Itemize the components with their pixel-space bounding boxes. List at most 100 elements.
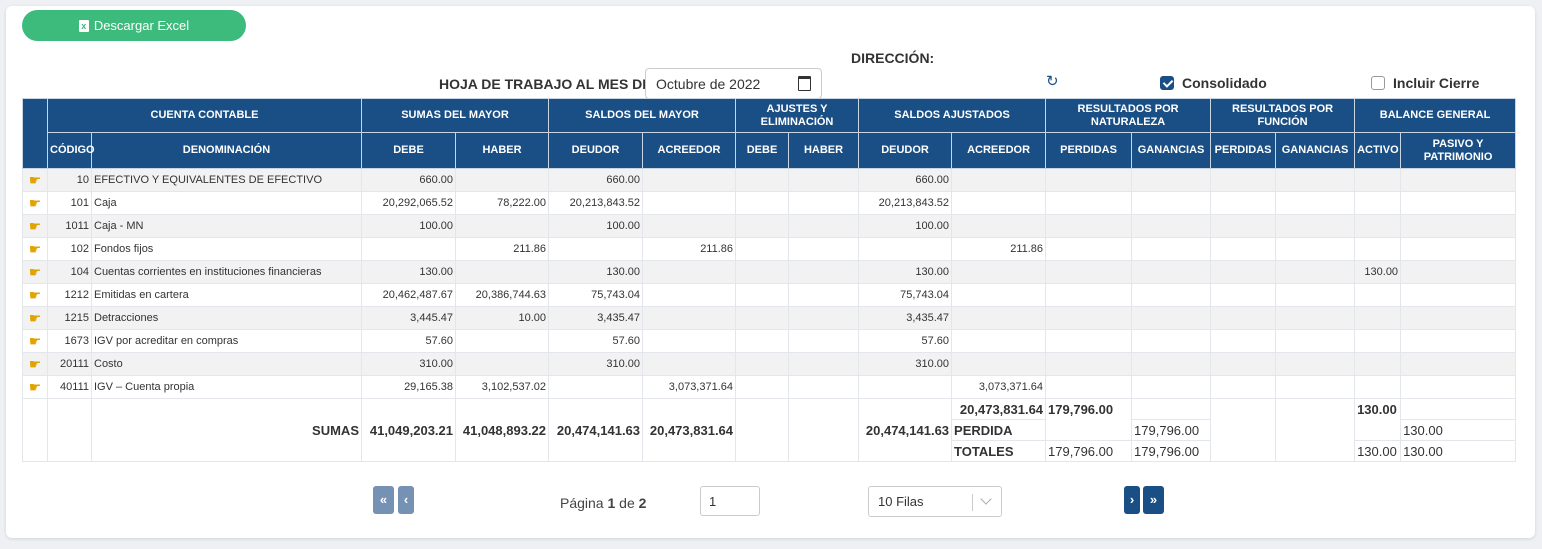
table-cell: 20,462,487.67 (361, 283, 456, 307)
totales-nat-perdidas: 179,796.00 (1045, 440, 1133, 462)
consolidado-label: Consolidado (1182, 75, 1267, 91)
table-cell: 3,102,537.02 (454, 375, 550, 399)
hand-pointer-icon[interactable]: ☛ (29, 379, 42, 395)
table-cell: 57.60 (858, 329, 953, 353)
hand-pointer-icon[interactable]: ☛ (29, 310, 42, 326)
table-cell (1400, 306, 1517, 330)
table-cell: 57.60 (361, 329, 456, 353)
last-page-button[interactable]: » (1143, 486, 1164, 514)
table-row: ☛ 101 Caja 20,292,065.52 78,222.00 20,213,843… (22, 191, 1517, 215)
table-row: ☛ 102 Fondos fijos 211.86 211.86 211.86 (22, 237, 1517, 261)
table-cell: 660.00 (548, 168, 644, 192)
download-excel-button[interactable]: x Descargar Excel (22, 10, 246, 41)
table-cell (951, 306, 1047, 330)
group-header: AJUSTES Y ELIMINACIÓN (735, 98, 860, 133)
table-cell (788, 191, 860, 215)
table-cell (642, 283, 737, 307)
table-cell (1131, 214, 1212, 238)
group-header: SUMAS DEL MAYOR (360, 98, 550, 133)
table-cell: Fondos fijos (91, 237, 362, 261)
table-cell (735, 260, 790, 284)
page-number-input[interactable] (700, 486, 760, 516)
consolidado-checkbox[interactable] (1160, 76, 1174, 90)
row-action-cell[interactable]: ☛ (22, 191, 48, 215)
table-cell (1045, 283, 1133, 307)
table-row: ☛ 1673 IGV por acreditar en compras 57.60 57… (22, 329, 1517, 353)
hand-pointer-icon[interactable]: ☛ (29, 195, 42, 211)
table-cell: Caja - MN (91, 214, 362, 238)
table-cell (642, 214, 737, 238)
worksheet-table: CUENTA CONTABLE SUMAS DEL MAYOR SALDOS D… (22, 98, 1517, 462)
sumas-deudor: 20,474,141.63 (548, 419, 644, 441)
table-cell: IGV – Cuenta propia (91, 375, 362, 399)
group-header: BALANCE GENERAL (1354, 98, 1517, 133)
table-cell: 660.00 (361, 168, 456, 192)
sumas-debe: 41,049,203.21 (361, 419, 456, 441)
column-header: DENOMINACIÓN (91, 132, 362, 169)
row-action-cell[interactable]: ☛ (22, 283, 48, 307)
table-cell: 3,073,371.64 (951, 375, 1047, 399)
row-action-cell[interactable]: ☛ (22, 168, 48, 192)
table-cell: 78,222.00 (454, 191, 550, 215)
table-cell: 20,386,744.63 (454, 283, 550, 307)
hand-pointer-icon[interactable]: ☛ (29, 172, 42, 188)
table-cell (735, 375, 790, 399)
perdida-nat-ganancias: 179,796.00 (1131, 419, 1212, 441)
page-indicator: Página 1 de 2 (560, 495, 646, 511)
refresh-icon[interactable]: ↻ (1046, 74, 1062, 90)
table-cell (1400, 237, 1517, 261)
table-cell: 1011 (47, 214, 92, 238)
table-cell: 130.00 (361, 260, 456, 284)
hand-pointer-icon[interactable]: ☛ (29, 264, 42, 280)
rows-per-page-select[interactable]: 10 Filas (868, 486, 1002, 517)
table-cell: Cuentas corrientes en instituciones fina… (91, 260, 362, 284)
worksheet-month-label: HOJA DE TRABAJO AL MES DE (439, 76, 652, 92)
table-cell (1275, 375, 1356, 399)
hand-pointer-icon[interactable]: ☛ (29, 356, 42, 372)
table-row: ☛ 10 EFECTIVO Y EQUIVALENTES DE EFECTIVO 66… (22, 168, 1517, 192)
table-cell (1400, 352, 1517, 376)
row-action-cell[interactable]: ☛ (22, 375, 48, 399)
row-action-cell[interactable]: ☛ (22, 260, 48, 284)
month-date-input[interactable]: Octubre de 2022 (645, 68, 822, 99)
incluir-cierre-checkbox[interactable] (1371, 76, 1385, 90)
table-cell (1354, 237, 1402, 261)
table-cell (1045, 237, 1133, 261)
incluir-cierre-checkbox-group[interactable]: Incluir Cierre (1371, 75, 1479, 91)
table-cell (1045, 329, 1133, 353)
table-cell (951, 283, 1047, 307)
file-excel-icon: x (78, 19, 89, 32)
row-action-cell[interactable]: ☛ (22, 237, 48, 261)
row-action-cell[interactable]: ☛ (22, 306, 48, 330)
table-cell: Emitidas en cartera (91, 283, 362, 307)
table-cell: 660.00 (858, 168, 953, 192)
table-cell: 1673 (47, 329, 92, 353)
hand-pointer-icon[interactable]: ☛ (29, 218, 42, 234)
column-header: DEBE (735, 132, 790, 169)
first-page-button[interactable]: « (373, 486, 394, 514)
row-action-cell[interactable]: ☛ (22, 214, 48, 238)
consolidado-checkbox-group[interactable]: Consolidado (1160, 75, 1267, 91)
table-cell (951, 168, 1047, 192)
row-action-cell[interactable]: ☛ (22, 352, 48, 376)
perdida-pasivo: 130.00 (1400, 419, 1517, 441)
table-cell (735, 214, 790, 238)
hand-pointer-icon[interactable]: ☛ (29, 287, 42, 303)
column-header: HABER (788, 132, 860, 169)
table-cell (1354, 352, 1402, 376)
row-action-cell[interactable]: ☛ (22, 329, 48, 353)
hand-pointer-icon[interactable]: ☛ (29, 333, 42, 349)
calendar-icon[interactable] (798, 76, 811, 91)
hand-pointer-icon[interactable]: ☛ (29, 241, 42, 257)
table-cell (1131, 283, 1212, 307)
prev-page-button[interactable]: ‹ (398, 486, 414, 514)
table-cell: 211.86 (951, 237, 1047, 261)
table-row: ☛ 1011 Caja - MN 100.00 100.00 100.00 (22, 214, 1517, 238)
next-page-button[interactable]: › (1124, 486, 1140, 514)
icon-column-header (22, 98, 48, 169)
group-header: SALDOS DEL MAYOR (548, 98, 737, 133)
table-cell (1045, 191, 1133, 215)
page-prefix: Página (560, 495, 604, 511)
table-cell (951, 191, 1047, 215)
table-cell: 20,213,843.52 (858, 191, 953, 215)
